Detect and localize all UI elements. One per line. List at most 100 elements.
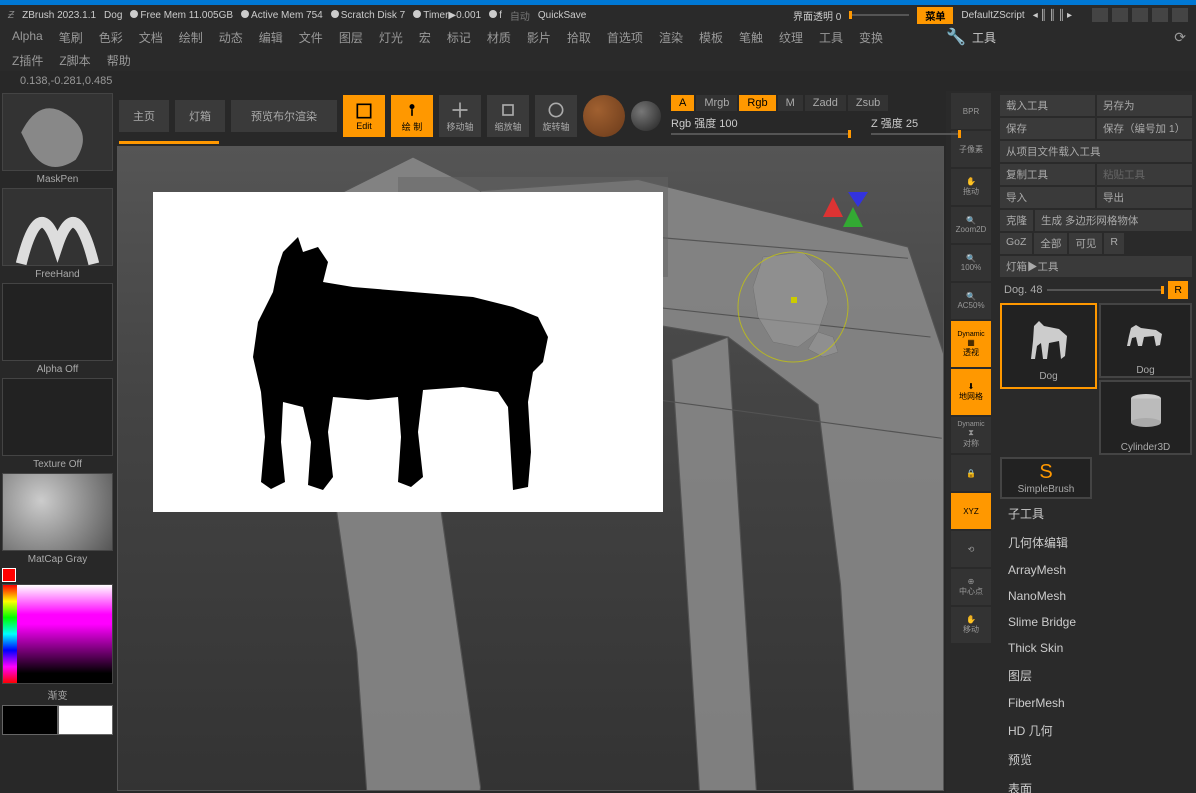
menu-marker[interactable]: 标记 <box>447 29 471 46</box>
rotate-view-button[interactable]: ⟲ <box>951 531 991 567</box>
menu-preferences[interactable]: 首选项 <box>607 29 643 46</box>
menu-movie[interactable]: 影片 <box>527 29 551 46</box>
import-button[interactable]: 导入 <box>1000 187 1095 208</box>
win-icon-2[interactable] <box>1112 8 1128 22</box>
material-sphere-2[interactable] <box>631 101 661 131</box>
menu-picker[interactable]: 拾取 <box>567 29 591 46</box>
status-glyphs[interactable]: ◂║║║▸ <box>1033 10 1074 21</box>
acc-thickskin[interactable]: Thick Skin <box>1000 635 1192 661</box>
menu-texture[interactable]: 纹理 <box>779 29 803 46</box>
draw-button[interactable]: 绘 制 <box>391 95 433 137</box>
zoom2d-button[interactable]: 🔍Zoom2D <box>951 207 991 243</box>
copy-tool-button[interactable]: 复制工具 <box>1000 164 1095 185</box>
symmetry-button[interactable]: Dynamic⧗对称 <box>951 417 991 453</box>
acc-geometry[interactable]: 几何体编辑 <box>1000 528 1192 557</box>
menu-edit[interactable]: 编辑 <box>259 29 283 46</box>
mode-zadd[interactable]: Zadd <box>805 95 846 111</box>
color-picker[interactable] <box>2 584 113 684</box>
menu-stencil[interactable]: 模板 <box>699 29 723 46</box>
menu-alpha[interactable]: Alpha <box>12 29 43 46</box>
material-sphere[interactable] <box>583 95 625 137</box>
scale-gizmo-button[interactable]: 缩放轴 <box>487 95 529 137</box>
focal-button[interactable]: ⊕中心点 <box>951 569 991 605</box>
zoom100-button[interactable]: 🔍100% <box>951 245 991 281</box>
tool-thumb-cylinder[interactable]: Cylinder3D <box>1099 380 1192 455</box>
load-tool-button[interactable]: 载入工具 <box>1000 95 1095 116</box>
menu-color[interactable]: 色彩 <box>99 29 123 46</box>
z-intensity-slider[interactable]: Z 强度 25 <box>871 115 961 135</box>
reference-image[interactable] <box>153 192 663 512</box>
texture-thumb[interactable] <box>2 378 113 456</box>
menu-button[interactable]: 菜单 <box>917 7 953 24</box>
goz-visible-button[interactable]: 可见 <box>1069 233 1102 254</box>
edit-button[interactable]: Edit <box>343 95 385 137</box>
acc-hdgeo[interactable]: HD 几何 <box>1000 716 1192 745</box>
paste-tool-button[interactable]: 粘贴工具 <box>1097 164 1192 185</box>
tool-thumb-dog2[interactable]: Dog <box>1099 303 1192 378</box>
acc-surface[interactable]: 表面 <box>1000 774 1192 793</box>
viewport[interactable] <box>117 146 944 791</box>
load-project-button[interactable]: 从项目文件载入工具 <box>1000 141 1192 162</box>
menu-render[interactable]: 渲染 <box>659 29 683 46</box>
saveas-button[interactable]: 另存为 <box>1097 95 1192 116</box>
lightbox-button[interactable]: 灯箱 <box>175 100 225 132</box>
acc-nanomesh[interactable]: NanoMesh <box>1000 583 1192 609</box>
auto[interactable]: 自动 <box>510 8 530 23</box>
menu-document[interactable]: 文档 <box>139 29 163 46</box>
ac50-button[interactable]: 🔍AC50% <box>951 283 991 319</box>
menu-stroke[interactable]: 笔触 <box>739 29 763 46</box>
lightbox-tools-button[interactable]: 灯箱▶工具 <box>1000 256 1192 277</box>
export-button[interactable]: 导出 <box>1097 187 1192 208</box>
tool-thumb-simplebrush[interactable]: SSimpleBrush <box>1000 457 1092 499</box>
acc-fibermesh[interactable]: FiberMesh <box>1000 690 1192 716</box>
menu-zplugin[interactable]: Z插件 <box>12 52 43 69</box>
make-polymesh-button[interactable]: 生成 多边形网格物体 <box>1035 210 1192 231</box>
mode-m[interactable]: M <box>778 95 803 111</box>
tool-thumb-dog[interactable]: Dog <box>1000 303 1097 389</box>
tool-r-button[interactable]: R <box>1168 281 1188 299</box>
menu-file[interactable]: 文件 <box>299 29 323 46</box>
clone-button[interactable]: 克隆 <box>1000 210 1033 231</box>
floor-button[interactable]: ⬇地网格 <box>951 369 991 415</box>
stroke-thumb[interactable] <box>2 188 113 266</box>
move-gizmo-button[interactable]: 移动轴 <box>439 95 481 137</box>
color-swatch[interactable] <box>2 568 16 582</box>
goz-r-button[interactable]: R <box>1104 233 1124 254</box>
minimize-button[interactable] <box>1132 8 1148 22</box>
menu-brush[interactable]: 笔刷 <box>59 29 83 46</box>
win-icon-1[interactable] <box>1092 8 1108 22</box>
restore-icon[interactable]: ⟳ <box>1174 29 1186 46</box>
pixels-button[interactable]: 子像素 <box>951 131 991 167</box>
goz-all-button[interactable]: 全部 <box>1034 233 1067 254</box>
preview-bool-button[interactable]: 预览布尔渲染 <box>231 100 337 132</box>
gradient-label[interactable]: 渐变 <box>2 686 113 703</box>
menu-macro[interactable]: 宏 <box>419 29 431 46</box>
save-button[interactable]: 保存 <box>1000 118 1095 139</box>
mode-a[interactable]: A <box>671 95 694 111</box>
menu-layer[interactable]: 图层 <box>339 29 363 46</box>
rotate-gizmo-button[interactable]: 旋转轴 <box>535 95 577 137</box>
swatch-white[interactable] <box>58 705 114 735</box>
material-thumb[interactable] <box>2 473 113 551</box>
menu-light[interactable]: 灯光 <box>379 29 403 46</box>
swatch-black[interactable] <box>2 705 58 735</box>
acc-arraymesh[interactable]: ArrayMesh <box>1000 557 1192 583</box>
acc-subtool[interactable]: 子工具 <box>1000 499 1192 528</box>
menu-dynamic[interactable]: 动态 <box>219 29 243 46</box>
menu-draw[interactable]: 绘制 <box>179 29 203 46</box>
mode-rgb[interactable]: Rgb <box>739 95 775 111</box>
acc-preview[interactable]: 预览 <box>1000 745 1192 774</box>
menu-help[interactable]: 帮助 <box>107 52 131 69</box>
default-zscript[interactable]: DefaultZScript <box>961 10 1024 21</box>
acc-slimebridge[interactable]: Slime Bridge <box>1000 609 1192 635</box>
xyz-button[interactable]: XYZ <box>951 493 991 529</box>
mode-zsub[interactable]: Zsub <box>848 95 888 111</box>
maximize-button[interactable] <box>1152 8 1168 22</box>
home-button[interactable]: 主页 <box>119 100 169 132</box>
menu-zscript[interactable]: Z脚本 <box>59 52 90 69</box>
hand-button[interactable]: ✋拖动 <box>951 169 991 205</box>
move-view-button[interactable]: ✋移动 <box>951 607 991 643</box>
save-inc-button[interactable]: 保存（编号加 1） <box>1097 118 1192 139</box>
transparency-slider[interactable] <box>849 14 909 16</box>
goz-button[interactable]: GoZ <box>1000 233 1032 254</box>
